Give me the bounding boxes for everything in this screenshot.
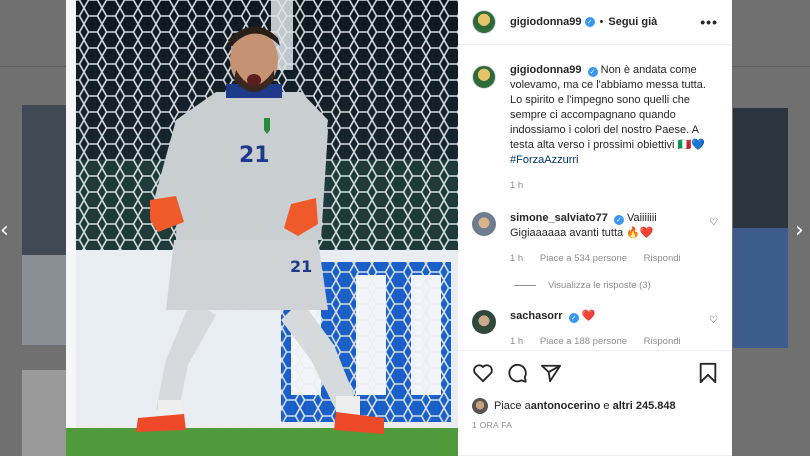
action-icons <box>458 351 732 384</box>
comment-time[interactable]: 1 h <box>510 336 523 347</box>
commenter-username[interactable]: simone_salviato77 <box>510 212 608 224</box>
prev-post-chevron-left-icon[interactable]: ‹ <box>0 218 9 243</box>
caption-text: Non è andata come volevamo, ma ce l'abbi… <box>510 64 706 151</box>
verified-badge-icon: ✓ <box>587 67 598 77</box>
comment-bubble-icon[interactable] <box>506 362 528 384</box>
comment-reply-button[interactable]: Rispondi <box>644 253 681 264</box>
view-replies[interactable]: Visualizza le risposte (3) <box>458 266 732 291</box>
more-options-icon[interactable]: ••• <box>700 14 718 30</box>
like-heart-icon[interactable] <box>472 363 494 383</box>
feed-post-preview <box>22 370 66 456</box>
likes-summary: Piace a antonocerino e altri 245.848 <box>458 384 732 414</box>
header-separator: • <box>599 16 604 28</box>
shorts-number: 21 <box>290 257 312 276</box>
post-actions: Piace a antonocerino e altri 245.848 1 O… <box>458 350 732 456</box>
comments-list[interactable]: gigiodonna99 ✓ Non è andata come volevam… <box>458 46 732 350</box>
follow-status-button[interactable]: Segui già <box>608 16 657 28</box>
likes-mid: e <box>600 400 613 412</box>
commenter-avatar[interactable] <box>472 310 496 334</box>
caption-body: gigiodonna99 ✓ Non è andata come volevam… <box>510 63 718 193</box>
likes-prefix: Piace a <box>494 400 531 412</box>
caption: gigiodonna99 ✓ Non è andata come volevam… <box>458 46 732 193</box>
view-replies-label[interactable]: Visualizza le risposte (3) <box>548 280 651 291</box>
verified-badge-icon: ✓ <box>613 215 624 225</box>
prev-post-preview <box>22 105 66 345</box>
comment-meta: 1 h Piace a 188 persone Rispondi <box>510 334 700 349</box>
comment-body: simone_salviato77 ✓ Vaiiiiiii Gigiaaaaaa… <box>510 211 700 266</box>
comment-like-heart-icon[interactable]: ♡ <box>709 315 718 326</box>
commenter-avatar[interactable] <box>472 212 496 236</box>
caption-author-avatar[interactable] <box>472 65 496 89</box>
comment-reply-button[interactable]: Rispondi <box>644 336 681 347</box>
comment-body: sachasorr ✓ ❤️ 1 h Piace a 188 persone R… <box>510 309 700 349</box>
post-header: gigiodonna99 ✓ • Segui già ••• <box>458 0 732 45</box>
post-side-panel: gigiodonna99 ✓ • Segui già ••• gigiodonn… <box>458 0 732 456</box>
comment-meta: 1 h Piace a 534 persone Rispondi <box>510 251 700 266</box>
author-avatar[interactable] <box>472 10 496 34</box>
caption-author-username[interactable]: gigiodonna99 <box>510 64 582 76</box>
liker-username[interactable]: antonocerino <box>531 400 601 412</box>
goalkeeper-photo: 21 21 <box>66 0 458 456</box>
replies-dash <box>514 285 536 286</box>
caption-time[interactable]: 1 h <box>510 180 523 191</box>
comment-item: sachasorr ✓ ❤️ 1 h Piace a 188 persone R… <box>458 291 732 349</box>
liker-avatar[interactable] <box>472 398 488 414</box>
verified-badge-icon: ✓ <box>568 313 579 323</box>
comment-text: ❤️ <box>581 310 596 322</box>
save-bookmark-icon[interactable] <box>698 362 718 384</box>
comment-like-heart-icon[interactable]: ♡ <box>709 217 718 228</box>
share-paper-plane-icon[interactable] <box>540 363 562 383</box>
verified-badge-icon: ✓ <box>584 17 595 27</box>
post-timestamp[interactable]: 1 ORA FA <box>458 414 732 430</box>
comment-item: simone_salviato77 ✓ Vaiiiiiii Gigiaaaaaa… <box>458 193 732 266</box>
caption-hashtag-link[interactable]: #ForzaAzzurri <box>510 154 578 166</box>
post-photo[interactable]: 21 21 › <box>66 0 458 456</box>
author-username[interactable]: gigiodonna99 <box>510 16 582 28</box>
commenter-username[interactable]: sachasorr <box>510 310 563 322</box>
jersey-number: 21 <box>239 143 270 168</box>
caption-meta: 1 h <box>510 178 718 193</box>
next-post-preview <box>733 108 788 348</box>
likes-count-link[interactable]: altri 245.848 <box>613 400 676 412</box>
next-post-chevron-right-icon[interactable]: › <box>795 218 804 243</box>
comment-likes-link[interactable]: Piace a 534 persone <box>540 253 627 264</box>
comment-time[interactable]: 1 h <box>510 253 523 264</box>
comment-likes-link[interactable]: Piace a 188 persone <box>540 336 627 347</box>
